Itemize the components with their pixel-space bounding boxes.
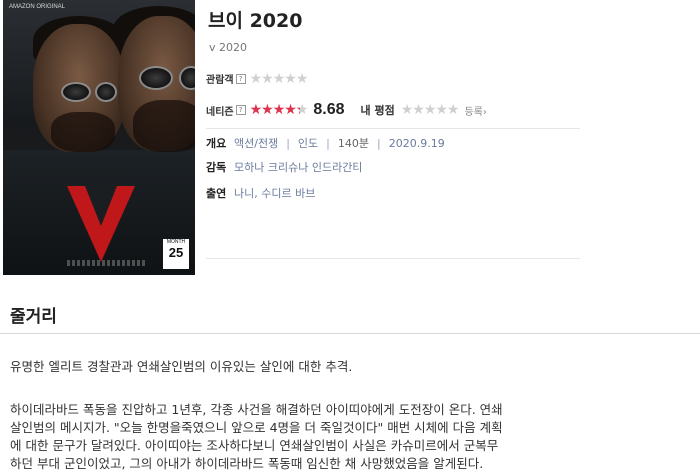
synopsis-line: 에 대한 문구가 달려있다. 아이띠야는 조사하다보니 연쇄살인범이 사실은 카…	[10, 438, 499, 453]
studio-mark: AMAZON ORIGINAL	[9, 4, 66, 10]
audience-stars: ★★★★★★★★★★	[249, 70, 309, 87]
divider	[206, 258, 580, 259]
divider	[206, 128, 580, 129]
movie-title: 브이 2020	[208, 10, 303, 32]
release-badge: MONTH 25	[163, 239, 189, 269]
overview-label: 개요	[206, 137, 227, 150]
synopsis-line: 하던 부대 군인이었고, 그의 아내가 하이데라바드 폭동때 임신한 채 사망했…	[10, 456, 484, 471]
country-link[interactable]: 인도	[298, 135, 318, 151]
audience-rating: 관람객 ? ★★★★★★★★★★	[206, 70, 309, 87]
sunglasses-icon	[139, 66, 173, 90]
section-divider	[0, 333, 700, 334]
netizen-label: 네티즌	[206, 106, 234, 118]
release-date-link[interactable]: 2020.9.19	[389, 137, 445, 150]
register-rating-link[interactable]: 등록›	[464, 103, 486, 118]
netizen-stars: ★★★★★★★★★★	[249, 102, 309, 118]
v-logo-inner	[85, 186, 117, 226]
separator: |	[286, 136, 290, 150]
help-icon[interactable]: ?	[235, 73, 246, 84]
netizen-rating: 네티즌 ? ★★★★★★★★★★ 8.68 내 평점 ★★★★★★★★★★ 등록…	[206, 101, 487, 119]
runtime: 140분	[337, 137, 369, 150]
my-rating-label: 내 평점	[360, 104, 395, 117]
movie-poster[interactable]: AMAZON ORIGINAL MONTH 25	[3, 0, 195, 275]
my-rating-stars[interactable]: ★★★★★★★★★★	[401, 103, 460, 117]
separator: |	[326, 136, 330, 150]
audience-label: 관람객	[206, 75, 234, 86]
original-title: v 2020	[209, 41, 248, 54]
sunglasses-icon	[95, 82, 117, 102]
overview-row: 개요 액션/전쟁 | 인도 | 140분 | 2020.9.19	[206, 135, 445, 151]
poster-beard-right	[133, 100, 195, 152]
poster-beard-left	[51, 112, 115, 152]
synopsis-line: 살인범의 메시지가. "오늘 한명을죽였으니 앞으로 4명을 더 죽일것이다" …	[10, 420, 503, 435]
synopsis-heading: 줄거리	[10, 307, 57, 327]
help-icon[interactable]: ?	[235, 105, 246, 115]
synopsis-line: 유명한 엘리트 경찰관과 연쇄살인범의 이유있는 살인에 대한 추격.	[10, 359, 353, 374]
release-day: 25	[168, 245, 184, 260]
cast-link[interactable]: 나니, 수디르 바브	[234, 185, 315, 201]
netizen-score: 8.68	[313, 101, 345, 118]
poster-credits	[67, 260, 147, 266]
cast-row: 출연 나니, 수디르 바브	[206, 185, 315, 201]
separator: |	[377, 136, 381, 150]
director-link[interactable]: 모하나 크리슈나 인드라간티	[234, 159, 362, 175]
sunglasses-icon	[61, 82, 91, 102]
synopsis-line: 하이데라바드 폭동을 진압하고 1년후, 각종 사건을 해결하던 아이띠야에게 …	[10, 402, 503, 417]
cast-label: 출연	[206, 187, 227, 200]
genre-link[interactable]: 액션/전쟁	[234, 135, 278, 151]
director-row: 감독 모하나 크리슈나 인드라간티	[206, 159, 362, 175]
director-label: 감독	[206, 161, 227, 174]
